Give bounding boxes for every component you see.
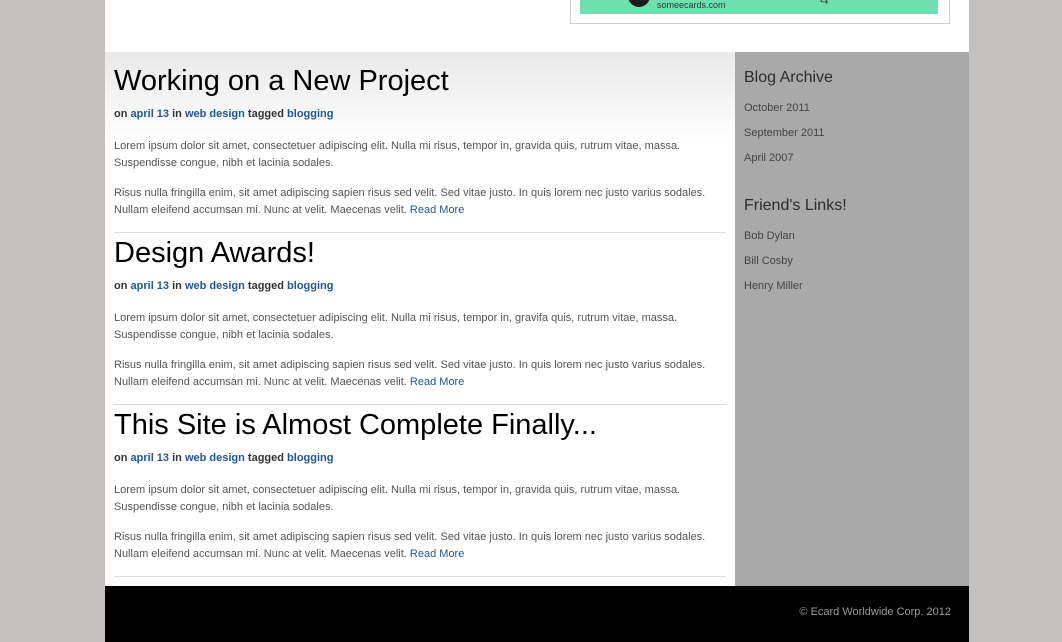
post-meta: on april 13 in web design tagged bloggin…: [114, 452, 333, 464]
meta-tagged-label: tagged: [247, 452, 284, 464]
post-tag-link[interactable]: blogging: [287, 452, 333, 464]
read-more-link[interactable]: Read More: [410, 548, 464, 560]
copyright-text: © Ecard Worldwide Corp. 2012: [799, 606, 951, 618]
banner-quote-mark-icon: ’: [592, 0, 595, 6]
post-date-link[interactable]: april 13: [131, 452, 170, 464]
post-category-link[interactable]: web design: [185, 108, 245, 120]
post-divider: [114, 576, 726, 577]
read-more-link[interactable]: Read More: [410, 204, 464, 216]
banner-ad[interactable]: ’ someecards.com ↪: [570, 0, 950, 24]
meta-on-label: on: [114, 108, 128, 120]
header: ’ someecards.com ↪: [105, 0, 969, 52]
post-paragraph: Risus nulla fringilla enim, sit amet adi…: [114, 529, 719, 563]
post-category-link[interactable]: web design: [185, 452, 245, 464]
post-divider: [114, 232, 726, 233]
meta-on-label: on: [114, 280, 128, 292]
meta-tagged-label: tagged: [247, 280, 284, 292]
archive-link-september-2011[interactable]: September 2011: [744, 127, 825, 139]
archive-link-april-2007[interactable]: April 2007: [744, 152, 794, 164]
page-wrapper: ’ someecards.com ↪ Working on a New Proj…: [105, 0, 969, 642]
post-tag-link[interactable]: blogging: [287, 108, 333, 120]
post: Working on a New Project on april 13 in …: [114, 64, 726, 233]
friends-links-heading: Friend's Links!: [744, 197, 847, 214]
meta-tagged-label: tagged: [247, 108, 284, 120]
post-title[interactable]: Working on a New Project: [114, 64, 726, 98]
post: This Site is Almost Complete Finally... …: [114, 408, 726, 577]
post-paragraph: Risus nulla fringilla enim, sit amet adi…: [114, 185, 719, 219]
meta-in-label: in: [172, 452, 182, 464]
meta-in-label: in: [172, 280, 182, 292]
post-paragraph: Lorem ipsum dolor sit amet, consectetuer…: [114, 140, 681, 169]
post-title[interactable]: Design Awards!: [114, 236, 726, 270]
post-category-link[interactable]: web design: [185, 280, 245, 292]
friend-link-henry-miller[interactable]: Henry Miller: [744, 280, 803, 292]
banner-text: someecards.com: [657, 0, 726, 10]
banner-hand-icon: ↪: [820, 0, 829, 8]
read-more-link[interactable]: Read More: [410, 376, 464, 388]
meta-on-label: on: [114, 452, 128, 464]
post: Design Awards! on april 13 in web design…: [114, 236, 726, 405]
footer: © Ecard Worldwide Corp. 2012: [105, 586, 969, 642]
post-divider: [114, 404, 726, 405]
sidebar: Blog Archive October 2011 September 2011…: [735, 52, 969, 586]
post-title[interactable]: This Site is Almost Complete Finally...: [114, 408, 726, 442]
post-date-link[interactable]: april 13: [131, 108, 170, 120]
banner-ad-image: ’ someecards.com ↪: [580, 0, 938, 14]
friend-link-bob-dylan[interactable]: Bob Dylan: [744, 230, 795, 242]
banner-logo-icon: [628, 0, 650, 7]
post-paragraph: Lorem ipsum dolor sit amet, consectetuer…: [114, 312, 678, 341]
post-paragraph: Risus nulla fringilla enim, sit amet adi…: [114, 357, 719, 391]
post-meta: on april 13 in web design tagged bloggin…: [114, 280, 333, 292]
meta-in-label: in: [172, 108, 182, 120]
main-content: Working on a New Project on april 13 in …: [105, 52, 735, 586]
blog-archive-heading: Blog Archive: [744, 69, 833, 86]
post-tag-link[interactable]: blogging: [287, 280, 333, 292]
friend-link-bill-cosby[interactable]: Bill Cosby: [744, 255, 793, 267]
post-meta: on april 13 in web design tagged bloggin…: [114, 108, 333, 120]
post-paragraph: Lorem ipsum dolor sit amet, consectetuer…: [114, 484, 681, 513]
archive-link-october-2011[interactable]: October 2011: [744, 102, 810, 114]
post-date-link[interactable]: april 13: [131, 280, 170, 292]
